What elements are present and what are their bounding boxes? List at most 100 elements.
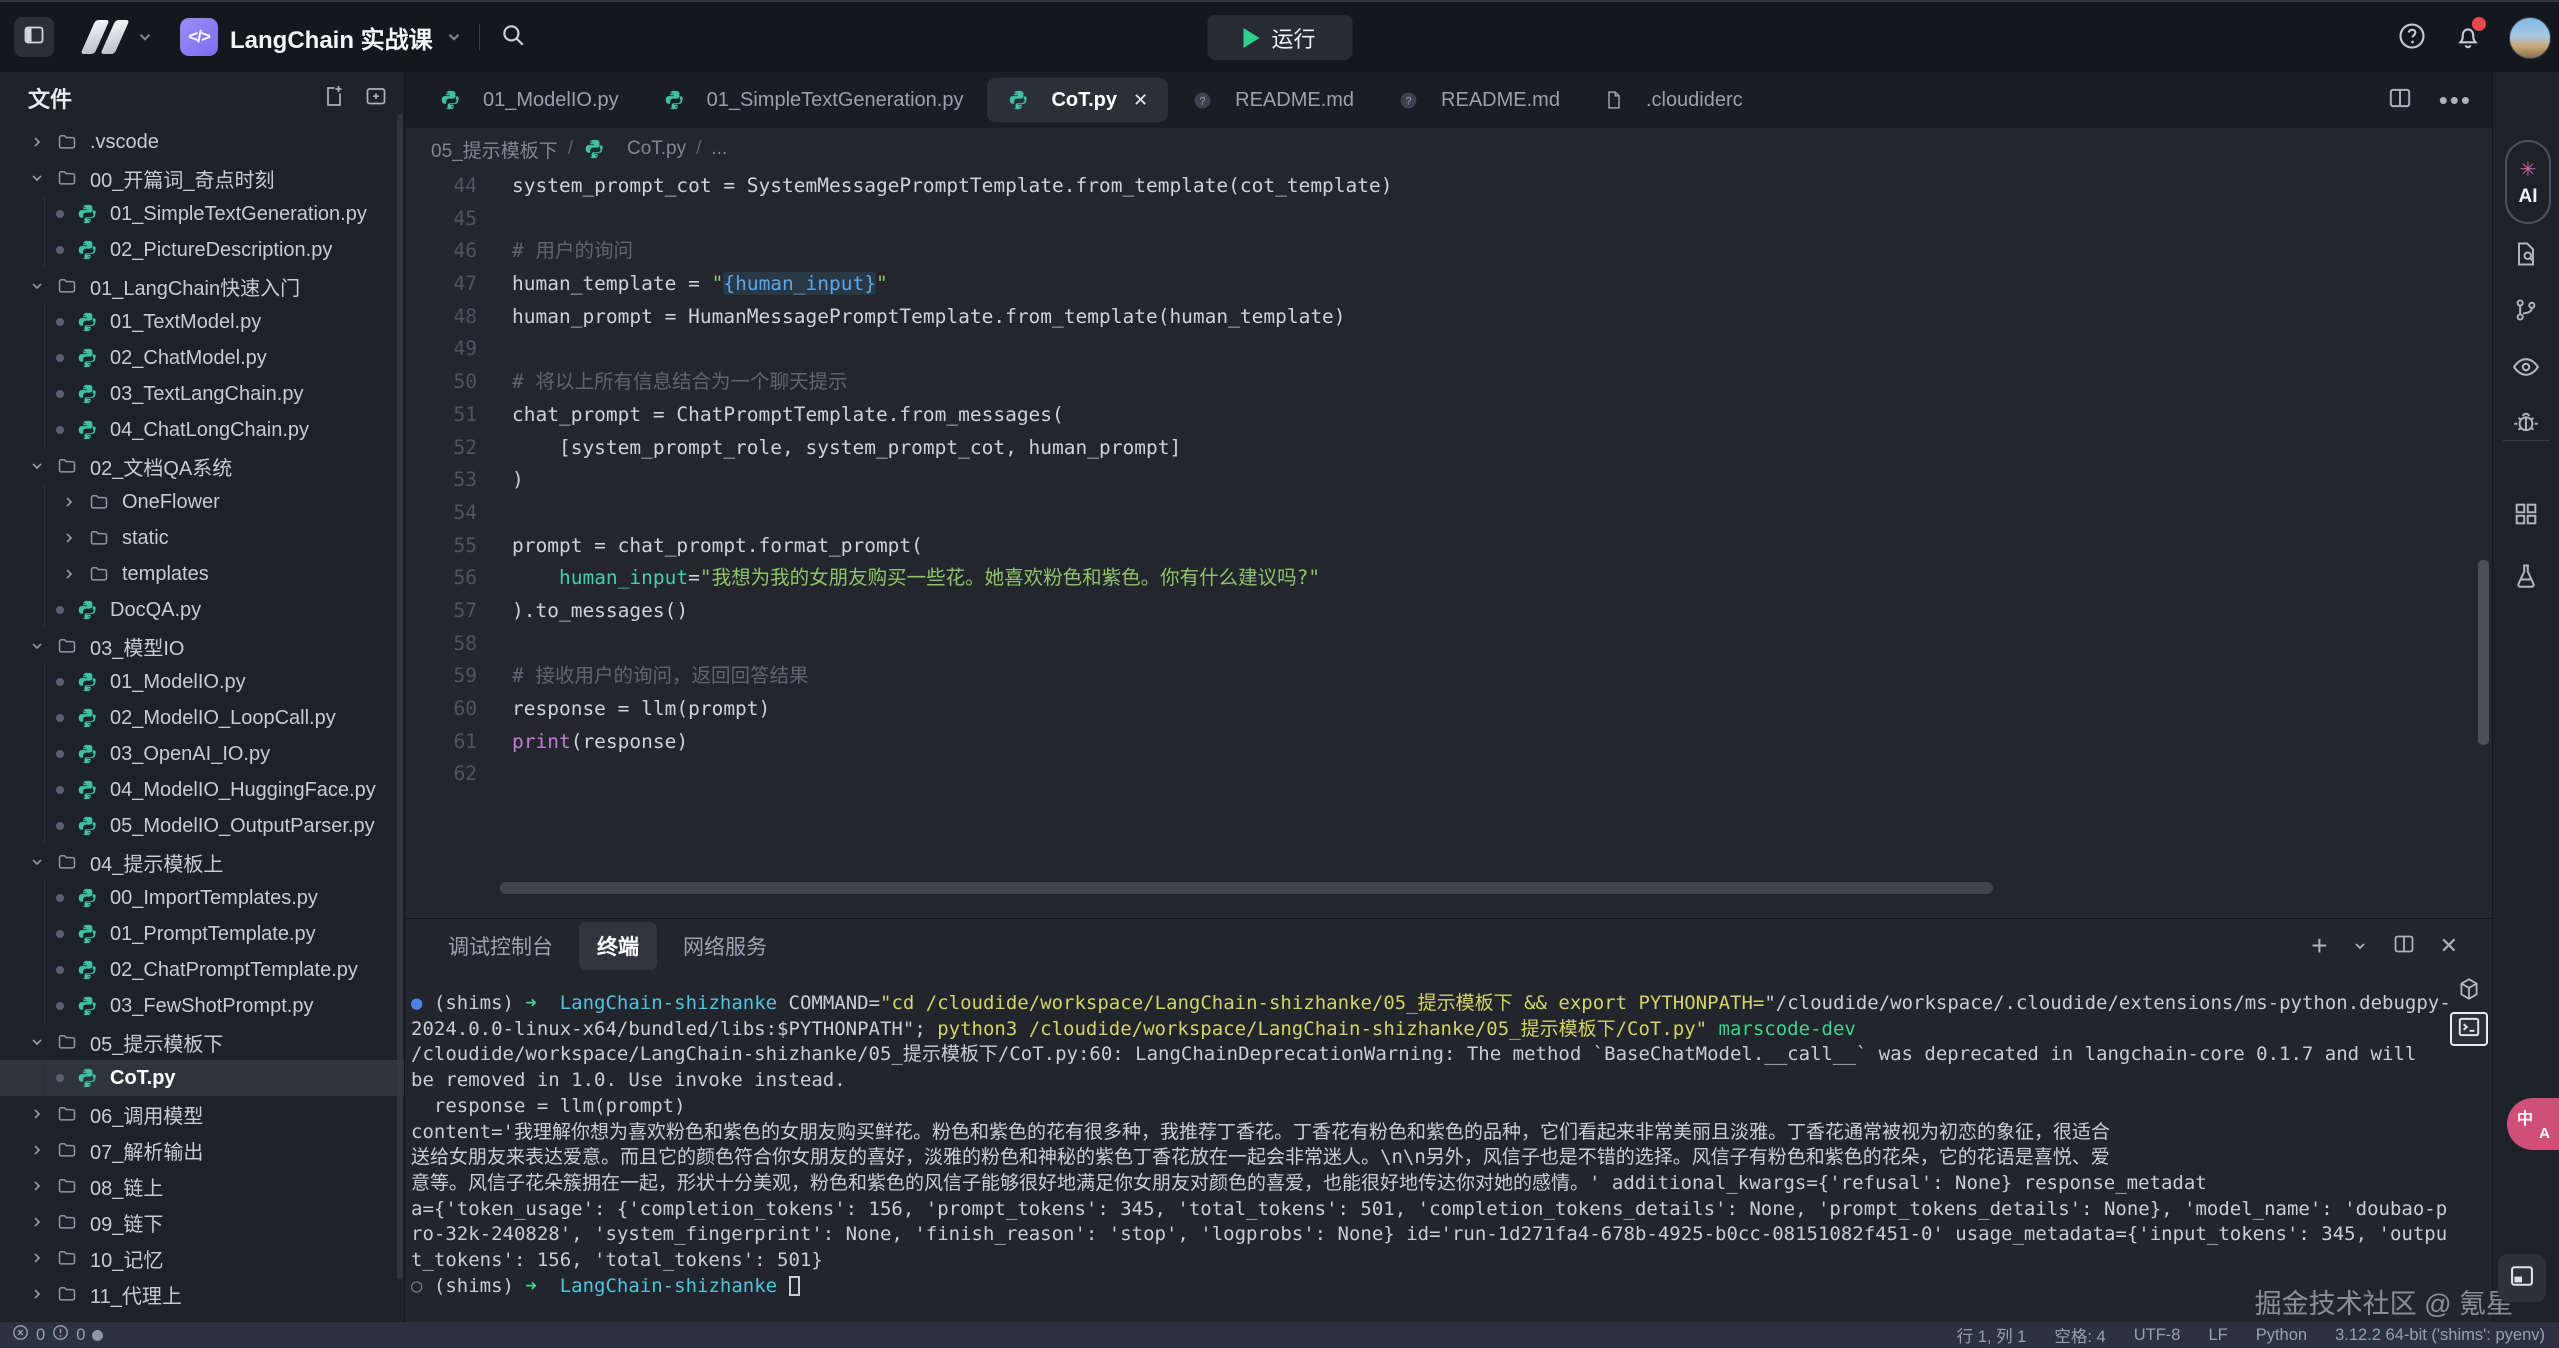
tree-folder-OneFlower[interactable]: OneFlower: [0, 484, 404, 520]
tree-file-01_TextModel.py[interactable]: 01_TextModel.py: [0, 304, 404, 340]
new-terminal-button[interactable]: +: [2311, 932, 2327, 960]
code-editor[interactable]: 44system_prompt_cot = SystemMessagePromp…: [405, 170, 2475, 886]
breadcrumb-folder[interactable]: 05_提示模板下: [431, 136, 558, 163]
split-panel-button[interactable]: [2392, 932, 2416, 961]
ai-assistant-button[interactable]: ✳ AI: [2505, 140, 2551, 224]
python-icon: [76, 203, 98, 225]
tab-01_SimpleTextGeneration.py[interactable]: 01_SimpleTextGeneration.py: [643, 78, 984, 122]
panel-tab-终端[interactable]: 终端: [579, 922, 657, 970]
new-folder-button[interactable]: [364, 84, 388, 113]
source-control-button[interactable]: [2512, 296, 2540, 324]
tab-CoT.py[interactable]: CoT.py✕: [987, 78, 1168, 122]
tree-file-03_FewShotPrompt.py[interactable]: 03_FewShotPrompt.py: [0, 988, 404, 1024]
file-search-button[interactable]: [2512, 240, 2540, 268]
help-button[interactable]: [2397, 21, 2427, 56]
preview-button[interactable]: [2511, 352, 2541, 382]
status-encoding[interactable]: UTF-8: [2134, 1326, 2181, 1345]
errors-icon[interactable]: [12, 1324, 29, 1346]
tree-folder-10_记忆[interactable]: 10_记忆: [0, 1240, 404, 1276]
line-number: 59: [405, 660, 477, 693]
close-tab-icon[interactable]: ✕: [1133, 90, 1148, 111]
panel-tab-网络服务[interactable]: 网络服务: [665, 922, 785, 970]
tab-README.md[interactable]: ?README.md: [1378, 78, 1580, 122]
layout-panel-button[interactable]: [2498, 1254, 2546, 1302]
tree-file-02_PictureDescription.py[interactable]: 02_PictureDescription.py: [0, 232, 404, 268]
terminal-session-button[interactable]: [2450, 1012, 2488, 1046]
tree-file-05_ModelIO_OutputParser.py[interactable]: 05_ModelIO_OutputParser.py: [0, 808, 404, 844]
sidebar-toggle-button[interactable]: [14, 17, 54, 57]
marscode-logo-menu[interactable]: [82, 20, 154, 54]
run-button[interactable]: 运行: [1207, 15, 1352, 60]
errors-count[interactable]: 0: [36, 1326, 45, 1345]
translate-button[interactable]: 中A: [2507, 1098, 2559, 1150]
extensions-button[interactable]: [2512, 500, 2540, 528]
code-line-49: 49: [405, 333, 2475, 366]
horizontal-scrollbar[interactable]: [500, 882, 1993, 894]
tree-file-01_SimpleTextGeneration.py[interactable]: 01_SimpleTextGeneration.py: [0, 196, 404, 232]
tree-folder-06_调用模型[interactable]: 06_调用模型: [0, 1096, 404, 1132]
tree-file-03_OpenAI_IO.py[interactable]: 03_OpenAI_IO.py: [0, 736, 404, 772]
tree-file-DocQA.py[interactable]: DocQA.py: [0, 592, 404, 628]
terminal-dropdown-icon[interactable]: [2352, 938, 2368, 954]
status-cursor-position[interactable]: 行 1, 列 1: [1957, 1323, 2027, 1347]
tree-file-03_TextLangChain.py[interactable]: 03_TextLangChain.py: [0, 376, 404, 412]
tree-folder-04_提示模板上[interactable]: 04_提示模板上: [0, 844, 404, 880]
tree-folder-static[interactable]: static: [0, 520, 404, 556]
tree-folder-09_链下[interactable]: 09_链下: [0, 1204, 404, 1240]
tree-folder-07_解析输出[interactable]: 07_解析输出: [0, 1132, 404, 1168]
status-indicator-icon[interactable]: [92, 1330, 103, 1341]
tree-folder-.vscode[interactable]: .vscode: [0, 124, 404, 160]
tree-file-01_ModelIO.py[interactable]: 01_ModelIO.py: [0, 664, 404, 700]
code-line-50: 50# 将以上所有信息结合为一个聊天提示: [405, 366, 2475, 399]
status-indentation[interactable]: 空格: 4: [2054, 1323, 2105, 1347]
search-button[interactable]: [500, 22, 526, 53]
vertical-scrollbar[interactable]: [2478, 560, 2489, 745]
user-avatar[interactable]: [2509, 17, 2551, 59]
breadcrumb-separator: /: [568, 138, 573, 160]
tree-folder-11_代理上[interactable]: 11_代理上: [0, 1276, 404, 1312]
warnings-count[interactable]: 0: [76, 1326, 85, 1345]
breadcrumb-file[interactable]: CoT.py: [627, 138, 686, 160]
tree-file-04_ModelIO_HuggingFace.py[interactable]: 04_ModelIO_HuggingFace.py: [0, 772, 404, 808]
breadcrumb-more[interactable]: ...: [711, 138, 727, 160]
tree-file-01_PromptTemplate.py[interactable]: 01_PromptTemplate.py: [0, 916, 404, 952]
project-switcher[interactable]: </> LangChain 实战课: [180, 18, 463, 56]
status-eol[interactable]: LF: [2208, 1326, 2227, 1345]
warnings-icon[interactable]: [52, 1324, 69, 1346]
tree-file-02_ChatPromptTemplate.py[interactable]: 02_ChatPromptTemplate.py: [0, 952, 404, 988]
folder-icon: [56, 456, 78, 476]
debug-button[interactable]: [2512, 408, 2540, 436]
new-file-button[interactable]: [322, 84, 346, 113]
tree-folder-00_开篇词_奇点时刻[interactable]: 00_开篇词_奇点时刻: [0, 160, 404, 196]
tab-01_ModelIO.py[interactable]: 01_ModelIO.py: [419, 78, 639, 122]
tree-folder-05_提示模板下[interactable]: 05_提示模板下: [0, 1024, 404, 1060]
tree-file-02_ModelIO_LoopCall.py[interactable]: 02_ModelIO_LoopCall.py: [0, 700, 404, 736]
status-language-mode[interactable]: Python: [2256, 1326, 2307, 1345]
tree-file-04_ChatLongChain.py[interactable]: 04_ChatLongChain.py: [0, 412, 404, 448]
panel-tab-调试控制台[interactable]: 调试控制台: [430, 922, 571, 970]
terminal-line: 意等。风信子花朵簇拥在一起，形状十分美观，粉色和紫色的风信子能够很好地满足你女朋…: [411, 1171, 2451, 1197]
tree-file-02_ChatModel.py[interactable]: 02_ChatModel.py: [0, 340, 404, 376]
more-actions-button[interactable]: •••: [2439, 95, 2472, 105]
notifications-button[interactable]: [2453, 21, 2483, 56]
tree-folder-templates[interactable]: templates: [0, 556, 404, 592]
task-session-button[interactable]: [2450, 974, 2488, 1008]
status-interpreter[interactable]: 3.12.2 64-bit ('shims': pyenv): [2335, 1326, 2545, 1345]
chevron-right-icon: [60, 566, 78, 582]
file-status-dot: [56, 678, 64, 686]
tab-README.md[interactable]: ?README.md: [1172, 78, 1374, 122]
tree-folder-02_文档QA系统[interactable]: 02_文档QA系统: [0, 448, 404, 484]
tree-folder-08_链上[interactable]: 08_链上: [0, 1168, 404, 1204]
close-panel-button[interactable]: ✕: [2440, 933, 2458, 959]
tree-folder-01_LangChain快速入门[interactable]: 01_LangChain快速入门: [0, 268, 404, 304]
sidebar-scrollbar[interactable]: [397, 114, 403, 1279]
python-icon: [76, 311, 98, 333]
tab-.cloudiderc[interactable]: .cloudiderc: [1584, 78, 1763, 122]
tree-file-CoT.py[interactable]: CoT.py: [0, 1060, 404, 1096]
tree-file-00_ImportTemplates.py[interactable]: 00_ImportTemplates.py: [0, 880, 404, 916]
terminal-output[interactable]: ● (shims) ➜ LangChain-shizhanke COMMAND=…: [411, 991, 2451, 1299]
tree-folder-03_模型IO[interactable]: 03_模型IO: [0, 628, 404, 664]
test-lab-button[interactable]: [2512, 562, 2540, 590]
breadcrumb[interactable]: 05_提示模板下 / CoT.py / ...: [431, 128, 727, 170]
split-editor-button[interactable]: [2387, 85, 2413, 116]
